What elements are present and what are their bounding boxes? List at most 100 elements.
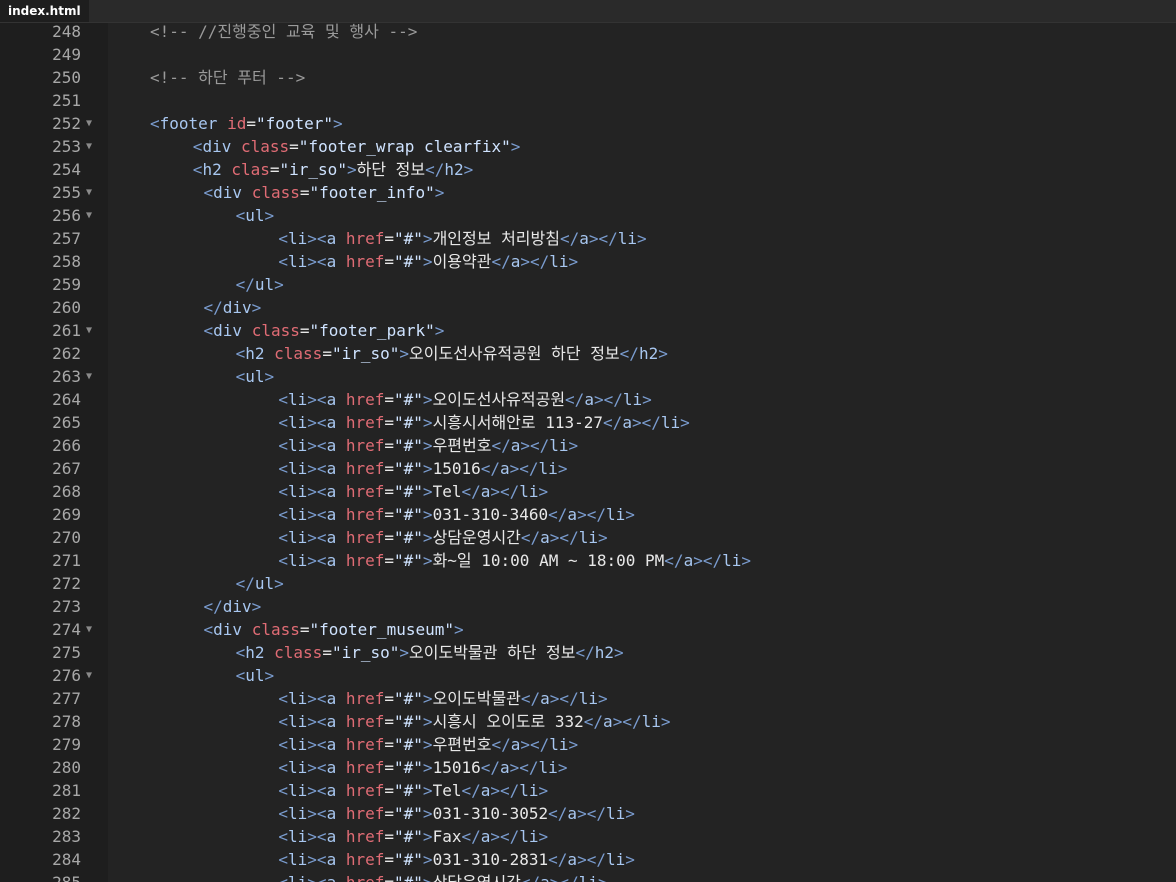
code-token: ul — [254, 574, 275, 593]
line-code: <!-- //진행중인 교육 및 행사 --> — [150, 20, 417, 43]
code-token: > — [264, 206, 275, 225]
fold-arrow-icon[interactable]: ▼ — [86, 365, 92, 388]
code-token: </ — [619, 344, 639, 363]
code-token: = — [322, 344, 332, 363]
code-token: = — [384, 505, 395, 524]
code-token: a — [326, 551, 337, 570]
code-token: li — [579, 873, 598, 882]
code-token: < — [278, 735, 289, 754]
code-token: 시흥시서해안로 113-27 — [432, 413, 604, 432]
code-token: li — [549, 735, 569, 754]
code-token: > — [422, 804, 433, 823]
code-token: > — [568, 436, 579, 455]
code-token: li — [617, 229, 638, 248]
code-token: < — [192, 137, 203, 156]
code-line: 281 <li><a href="#">Tel</a></li> — [0, 779, 1176, 802]
code-editor: index.html 248 <!-- //진행중인 교육 및 행사 --> 249… — [0, 0, 1176, 882]
code-token: "#" — [394, 850, 423, 869]
code-token: li — [578, 689, 598, 708]
fold-arrow-icon[interactable]: ▼ — [86, 319, 92, 342]
code-token: li — [549, 436, 569, 455]
code-token: < — [278, 827, 289, 846]
code-token: ></ — [509, 459, 539, 478]
code-token: < — [235, 643, 246, 662]
fold-arrow-icon[interactable]: ▼ — [86, 664, 92, 687]
code-token: "#" — [394, 505, 423, 524]
code-line: 262 <h2 class="ir_so">오이도선사유적공원 하단 정보</h2… — [0, 342, 1176, 365]
code-token: class — [274, 643, 323, 662]
line-number: 257 — [52, 229, 81, 248]
code-line: 263 ▼ <ul> — [0, 365, 1176, 388]
code-token: </ — [520, 689, 541, 708]
line-code: <li><a href="#">031-310-3052</a></li> — [278, 802, 634, 825]
code-token: = — [384, 850, 395, 869]
code-line: 277 <li><a href="#">오이도박물관</a></li> — [0, 687, 1176, 710]
line-number: 267 — [52, 459, 81, 478]
fold-arrow-icon[interactable]: ▼ — [86, 204, 92, 227]
line-number: 275 — [52, 643, 81, 662]
code-token: < — [235, 206, 246, 225]
code-line: 265 <li><a href="#">시흥시서해안로 113-27</a></l… — [0, 411, 1176, 434]
code-token: </ — [235, 275, 255, 294]
code-token: li — [519, 781, 539, 800]
line-code: </ul> — [236, 273, 284, 296]
code-token: 우편번호 — [432, 735, 492, 754]
code-token: a — [326, 850, 337, 869]
code-token: 15016 — [432, 758, 481, 777]
code-token: >< — [307, 850, 327, 869]
code-token: li — [538, 459, 558, 478]
code-token: = — [384, 390, 395, 409]
code-token: ></ — [577, 850, 606, 869]
code-token: ></ — [577, 505, 606, 524]
code-token: > — [658, 344, 668, 363]
code-token: >< — [307, 827, 327, 846]
code-token: < — [278, 781, 289, 800]
line-number: 248 — [52, 22, 81, 41]
code-token: > — [538, 781, 549, 800]
code-token: > — [597, 689, 608, 708]
code-token: 상담운영시간 — [433, 873, 521, 882]
tab-index-html[interactable]: index.html — [0, 0, 89, 22]
code-token: a — [326, 758, 337, 777]
code-token: a — [326, 735, 337, 754]
code-token: class — [274, 344, 323, 363]
code-token: > — [422, 390, 433, 409]
code-token: > — [660, 712, 671, 731]
code-token: = — [384, 827, 395, 846]
code-token: class — [251, 620, 300, 639]
fold-arrow-icon[interactable]: ▼ — [86, 135, 92, 158]
line-number: 271 — [52, 551, 81, 570]
code-line: 270 <li><a href="#">상담운영시간</a></li> — [0, 526, 1176, 549]
code-line: 264 <li><a href="#">오이도선사유적공원</a></li> — [0, 388, 1176, 411]
code-token: ></ — [490, 781, 520, 800]
code-line: 284 <li><a href="#">031-310-2831</a></li> — [0, 848, 1176, 871]
code-token: < — [278, 873, 288, 882]
fold-arrow-icon[interactable]: ▼ — [86, 112, 92, 135]
code-token: 오이도박물관 — [432, 689, 521, 708]
code-token: 오이도박물관 하단 정보 — [409, 643, 576, 662]
code-token: </ — [461, 482, 481, 501]
code-line: 280 <li><a href="#">15016</a></li> — [0, 756, 1176, 779]
code-token: >< — [307, 390, 327, 409]
fold-arrow-icon[interactable]: ▼ — [86, 181, 92, 204]
code-token: "#" — [394, 873, 423, 882]
fold-arrow-icon[interactable]: ▼ — [86, 618, 92, 641]
code-token: < — [278, 689, 289, 708]
code-token: a — [326, 712, 337, 731]
code-token: > — [434, 183, 445, 202]
code-token: href — [345, 436, 385, 455]
code-token: a — [326, 528, 337, 547]
code-token: "footer_info" — [309, 183, 435, 202]
code-token: href — [345, 252, 385, 271]
code-line: 251 — [0, 89, 1176, 112]
code-token: li — [288, 413, 308, 432]
code-token: "#" — [394, 712, 423, 731]
code-token: li — [641, 712, 661, 731]
